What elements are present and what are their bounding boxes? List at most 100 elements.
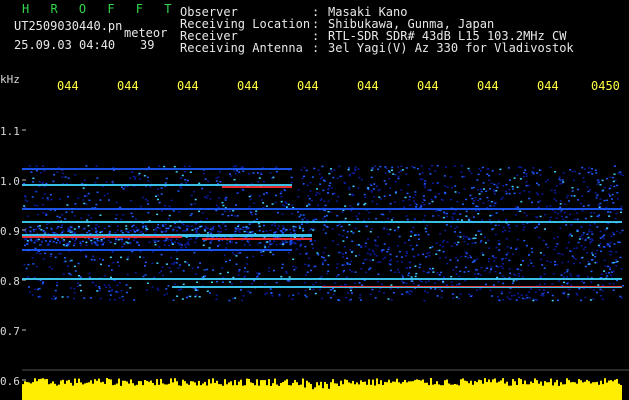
noise-speck [67, 230, 70, 232]
noise-speck [554, 264, 556, 266]
level-column [254, 385, 256, 400]
noise-speck [498, 243, 501, 245]
level-column [162, 383, 164, 400]
noise-speck [480, 188, 482, 191]
noise-speck [352, 185, 355, 188]
app-title: H R O F F T [22, 2, 179, 16]
noise-speck [73, 228, 76, 230]
noise-speck [36, 240, 39, 242]
noise-speck [586, 233, 589, 235]
noise-speck [469, 194, 472, 197]
noise-speck [545, 205, 548, 208]
noise-speck [248, 244, 251, 246]
noise-speck [115, 214, 118, 216]
noise-speck [601, 284, 604, 286]
noise-speck [160, 187, 163, 189]
noise-speck [29, 230, 32, 232]
noise-speck [52, 295, 55, 297]
capture-datetime: 25.09.03 04:40 [14, 38, 116, 52]
level-column [506, 381, 508, 400]
noise-speck [566, 194, 569, 197]
noise-speck [355, 215, 358, 217]
noise-speck [540, 294, 543, 297]
noise-speck [610, 235, 613, 238]
noise-speck [599, 198, 602, 200]
noise-speck [226, 242, 228, 245]
noise-speck [491, 201, 494, 204]
noise-speck [587, 236, 590, 239]
level-column [330, 382, 332, 400]
noise-speck [446, 241, 449, 243]
noise-speck [122, 299, 125, 301]
noise-speck [303, 281, 306, 284]
noise-speck [559, 183, 562, 185]
level-column [80, 382, 82, 400]
noise-speck [206, 217, 208, 220]
noise-speck [69, 287, 72, 289]
noise-speck [234, 172, 237, 175]
noise-speck [544, 213, 547, 216]
noise-speck [455, 296, 458, 298]
noise-speck [559, 211, 562, 213]
level-column [346, 379, 348, 400]
noise-speck [177, 226, 180, 228]
noise-speck [74, 270, 77, 272]
noise-speck [132, 224, 135, 227]
level-column [548, 382, 550, 400]
noise-speck [39, 244, 42, 246]
noise-speck [242, 228, 244, 231]
noise-speck [348, 167, 350, 169]
noise-speck [456, 226, 459, 228]
noise-speck [543, 273, 546, 275]
level-column [234, 380, 236, 400]
level-column [432, 384, 434, 400]
noise-speck [444, 229, 447, 232]
noise-speck [346, 257, 348, 259]
noise-speck [121, 240, 123, 242]
noise-speck [238, 224, 240, 226]
signal-band [22, 208, 622, 210]
noise-speck [351, 292, 353, 294]
noise-speck [50, 227, 53, 230]
noise-speck [130, 212, 133, 215]
noise-speck [531, 201, 533, 204]
noise-speck [622, 285, 624, 287]
noise-speck [115, 291, 118, 293]
noise-speck [534, 227, 537, 229]
noise-speck [79, 241, 82, 243]
level-column [312, 389, 314, 400]
noise-speck [327, 200, 330, 202]
noise-speck [345, 276, 348, 278]
noise-speck [397, 166, 399, 168]
noise-speck [26, 239, 29, 242]
noise-speck [78, 275, 81, 277]
level-column [516, 385, 518, 400]
level-column [544, 381, 546, 400]
noise-speck [269, 229, 272, 232]
noise-speck [515, 206, 518, 208]
noise-speck [578, 238, 581, 240]
noise-speck [449, 259, 452, 261]
level-column [520, 379, 522, 400]
noise-speck [209, 198, 212, 200]
noise-speck [398, 235, 401, 238]
noise-speck [472, 186, 475, 189]
noise-speck [341, 264, 344, 266]
level-column [260, 380, 262, 400]
noise-speck [553, 189, 556, 192]
noise-speck [242, 226, 245, 228]
noise-speck [281, 263, 284, 266]
noise-speck [110, 276, 112, 279]
noise-speck [389, 228, 392, 231]
noise-speck [173, 283, 176, 285]
level-column [42, 378, 44, 400]
noise-speck [608, 193, 611, 195]
noise-speck [502, 298, 505, 301]
noise-speck [410, 276, 413, 278]
noise-speck [105, 286, 108, 288]
noise-speck [444, 185, 447, 187]
noise-speck [364, 245, 367, 248]
noise-speck [476, 289, 479, 292]
noise-speck [162, 239, 165, 242]
noise-speck [581, 234, 584, 236]
